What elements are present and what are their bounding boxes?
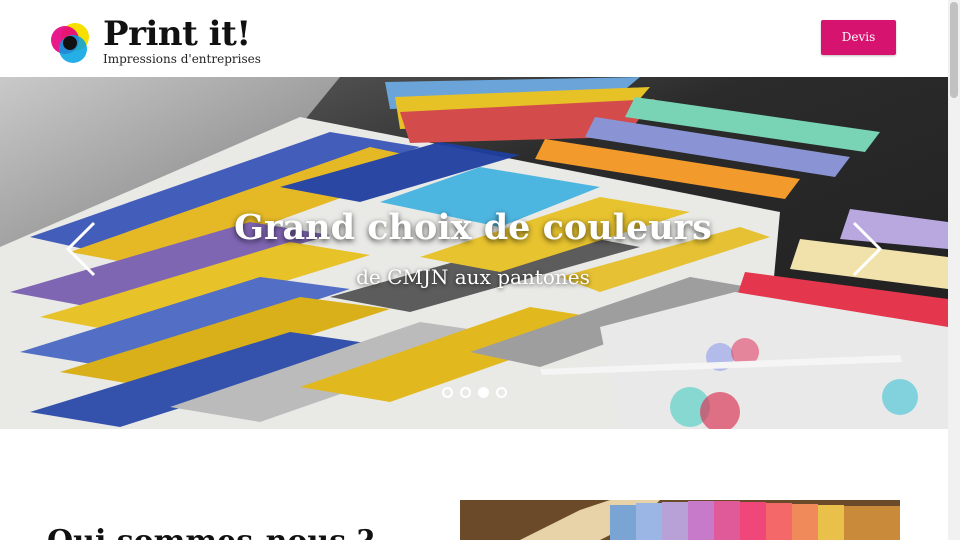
hero-subtitle: de CMJN aux pantones <box>356 265 590 289</box>
site-header: Print it! Impressions d'entreprises Devi… <box>0 0 948 77</box>
scrollbar-thumb[interactable] <box>950 2 958 98</box>
hero-carousel: Grand choix de couleurs de CMJN aux pant… <box>0 77 948 429</box>
logo[interactable]: Print it! Impressions d'entreprises <box>47 14 261 69</box>
section-title: Qui sommes-nous ? <box>47 522 374 540</box>
carousel-dot-1[interactable] <box>442 387 453 398</box>
devis-button[interactable]: Devis <box>821 20 896 55</box>
logo-title: Print it! <box>103 14 251 54</box>
logo-tagline: Impressions d'entreprises <box>103 52 261 66</box>
pantone-fan-image <box>460 500 900 540</box>
hero-title: Grand choix de couleurs <box>234 207 712 248</box>
carousel-dots <box>442 387 512 399</box>
chevron-left-icon[interactable] <box>62 219 102 279</box>
page-scrollbar[interactable] <box>948 0 960 540</box>
carousel-dot-4[interactable] <box>496 387 507 398</box>
carousel-dot-3[interactable] <box>478 387 489 398</box>
logo-circles-icon <box>51 23 89 63</box>
chevron-right-icon[interactable] <box>846 219 886 279</box>
hero-image <box>0 77 948 429</box>
carousel-dot-2[interactable] <box>460 387 471 398</box>
